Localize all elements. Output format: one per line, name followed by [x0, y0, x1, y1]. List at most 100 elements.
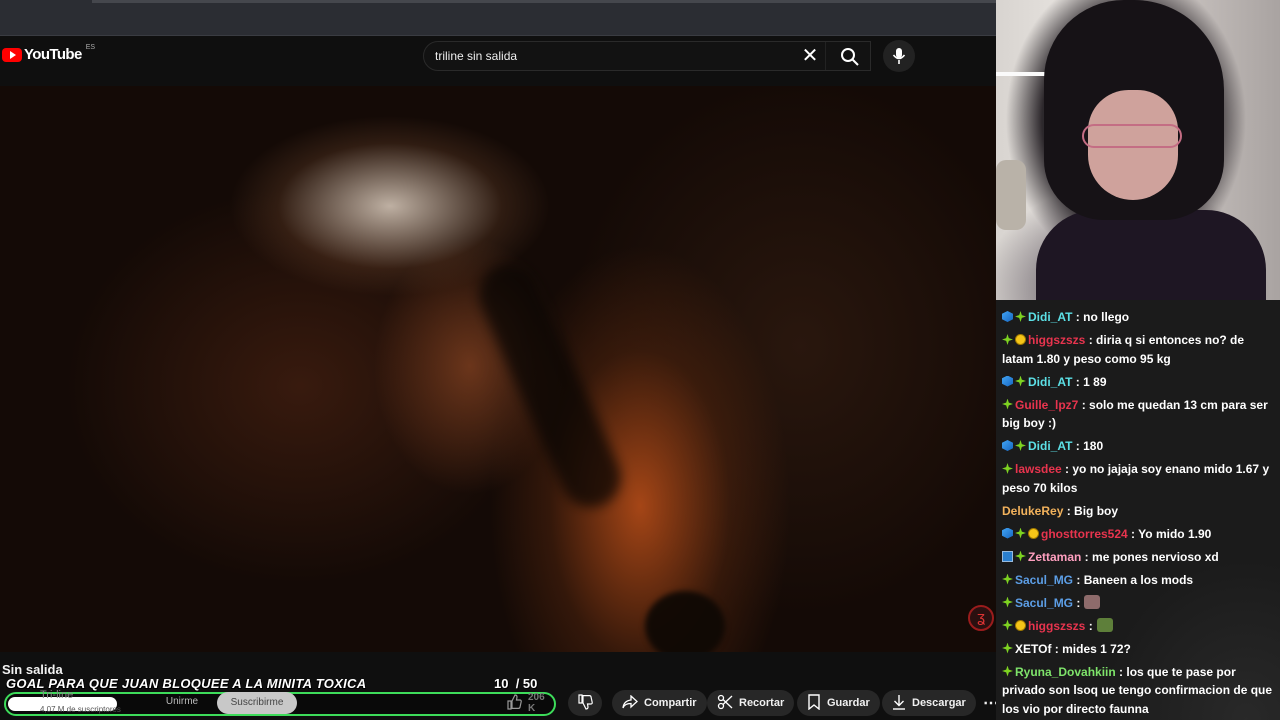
diamond-badge-icon[interactable] [1002, 334, 1013, 345]
chat-badges [1002, 550, 1026, 562]
diamond-badge-icon[interactable] [1015, 550, 1026, 562]
like-button[interactable]: 206 K [500, 690, 560, 716]
chat-badges [1002, 398, 1013, 410]
chat-message: ghosttorres524 : Yo mido 1.90 [1002, 525, 1276, 544]
search-icon[interactable] [840, 47, 862, 67]
chat-username[interactable]: Didi_AT [1028, 310, 1072, 324]
chat-text: mides 1 72? [1058, 641, 1131, 656]
share-button[interactable]: Compartir [612, 690, 707, 716]
browser-url-strip [92, 0, 996, 3]
clip-button[interactable]: Recortar [707, 690, 795, 716]
goal-count: 10 / 50 [494, 676, 537, 691]
chat-badges [1002, 527, 1039, 539]
chat-username[interactable]: Ryuna_Dovahkiin [1015, 665, 1116, 679]
bookmark-icon [807, 693, 821, 713]
share-label: Compartir [644, 697, 697, 709]
chat-colon: : [1081, 549, 1089, 564]
chat-colon: : [1072, 310, 1080, 324]
goal-current: 10 [494, 676, 509, 691]
chat-colon: : [1051, 641, 1059, 656]
screen: YouTube ES ✕ Sin salida Tri-line 4,07 M … [0, 0, 1280, 720]
chat-text: no llego [1079, 310, 1130, 324]
diamond-badge-icon[interactable] [1002, 573, 1013, 585]
video-title: Sin salida [2, 662, 63, 677]
chat-message: XETOf : mides 1 72? [1002, 640, 1276, 659]
chat-message: Didi_AT : 180 [1002, 437, 1276, 456]
cube-badge-icon[interactable] [1002, 527, 1013, 539]
chat-text: Yo mido 1.90 [1135, 526, 1212, 541]
region-code: ES [85, 44, 96, 51]
chat-username[interactable]: Sacul_MG [1015, 596, 1073, 610]
chat-username[interactable]: Guille_lpz7 [1015, 398, 1078, 412]
chat-username[interactable]: Zettaman [1028, 550, 1081, 564]
chat-badges [1002, 311, 1026, 322]
chat-message: Zettaman : me pones nervioso xd [1002, 548, 1276, 567]
thumbs-down-icon [577, 693, 593, 713]
diamond-badge-icon[interactable] [1002, 463, 1013, 474]
microphone-icon[interactable] [883, 40, 915, 72]
webcam-person-glasses [1082, 124, 1182, 148]
diamond-badge-icon[interactable] [1015, 527, 1026, 539]
diamond-badge-icon[interactable] [1002, 596, 1013, 608]
search-input[interactable] [435, 49, 795, 63]
join-button[interactable]: Unirme [152, 692, 212, 714]
chat-username[interactable]: lawsdee [1015, 462, 1062, 476]
diamond-badge-icon[interactable] [1015, 311, 1026, 322]
chat-username[interactable]: ghosttorres524 [1041, 527, 1128, 541]
search-box[interactable]: ✕ [423, 41, 871, 71]
save-button[interactable]: Guardar [797, 690, 880, 716]
dislike-button[interactable] [568, 690, 602, 716]
chat-message: Didi_AT : 1 89 [1002, 373, 1276, 392]
chat-message: Didi_AT : no llego [1002, 308, 1276, 327]
chat-username[interactable]: Didi_AT [1028, 439, 1072, 453]
download-label: Descargar [912, 697, 966, 709]
chat-username[interactable]: XETOf [1015, 642, 1051, 656]
diamond-badge-icon[interactable] [1015, 440, 1026, 451]
chat-message: Sacul_MG : [1002, 594, 1276, 613]
chat-username[interactable]: higgszszs [1028, 619, 1085, 633]
prime-badge-icon[interactable] [1002, 550, 1013, 562]
like-count: 206 K [528, 692, 545, 714]
subscribe-button[interactable]: Suscribirme [217, 692, 297, 714]
chat-text: Baneen a los mods [1080, 572, 1194, 587]
download-button[interactable]: Descargar [882, 690, 976, 716]
chat-badges [1002, 463, 1013, 474]
chat-message: DelukeRey : Big boy [1002, 502, 1276, 521]
chat-username[interactable]: higgszszs [1028, 333, 1085, 347]
chat-message: Sacul_MG : Baneen a los mods [1002, 571, 1276, 590]
chat-username[interactable]: Didi_AT [1028, 375, 1072, 389]
diamond-badge-icon[interactable] [1002, 398, 1013, 410]
search-divider [825, 42, 826, 70]
chat-colon: : [1115, 664, 1124, 679]
chat-colon: : [1127, 526, 1136, 541]
chat-text: 1 89 [1079, 374, 1107, 389]
chat-panel: Didi_AT : no llego higgszszs : diria q si… [996, 300, 1280, 720]
coin-badge-icon[interactable] [1015, 334, 1026, 345]
chat-badges [1002, 665, 1013, 677]
chat-text: Big boy [1070, 503, 1119, 518]
webcam-shelf [996, 72, 1046, 76]
video-player[interactable] [0, 86, 996, 652]
video-frame-shadow [469, 255, 631, 517]
youtube-logo[interactable]: YouTube ES [2, 44, 96, 63]
chat-colon: : [1063, 503, 1071, 518]
coin-badge-icon[interactable] [1015, 619, 1026, 631]
diamond-badge-icon[interactable] [1015, 375, 1026, 387]
chat-username[interactable]: Sacul_MG [1015, 573, 1073, 587]
channel-emote-icon[interactable]: ʓ [968, 605, 994, 631]
webcam-person-body [1036, 210, 1266, 300]
chat-badges [1002, 334, 1026, 345]
cube-badge-icon[interactable] [1002, 311, 1013, 322]
clear-search-icon[interactable]: ✕ [800, 46, 820, 67]
cube-badge-icon[interactable] [1002, 375, 1013, 387]
youtube-header: YouTube ES ✕ [0, 36, 996, 86]
browser-top-bar [0, 0, 996, 36]
chat-badges [1002, 642, 1013, 654]
cube-badge-icon[interactable] [1002, 440, 1013, 451]
coin-badge-icon[interactable] [1028, 527, 1039, 539]
chat-emote-icon [1096, 617, 1113, 632]
diamond-badge-icon[interactable] [1002, 665, 1013, 677]
chat-username[interactable]: DelukeRey [1002, 504, 1063, 518]
diamond-badge-icon[interactable] [1002, 642, 1013, 654]
diamond-badge-icon[interactable] [1002, 619, 1013, 631]
